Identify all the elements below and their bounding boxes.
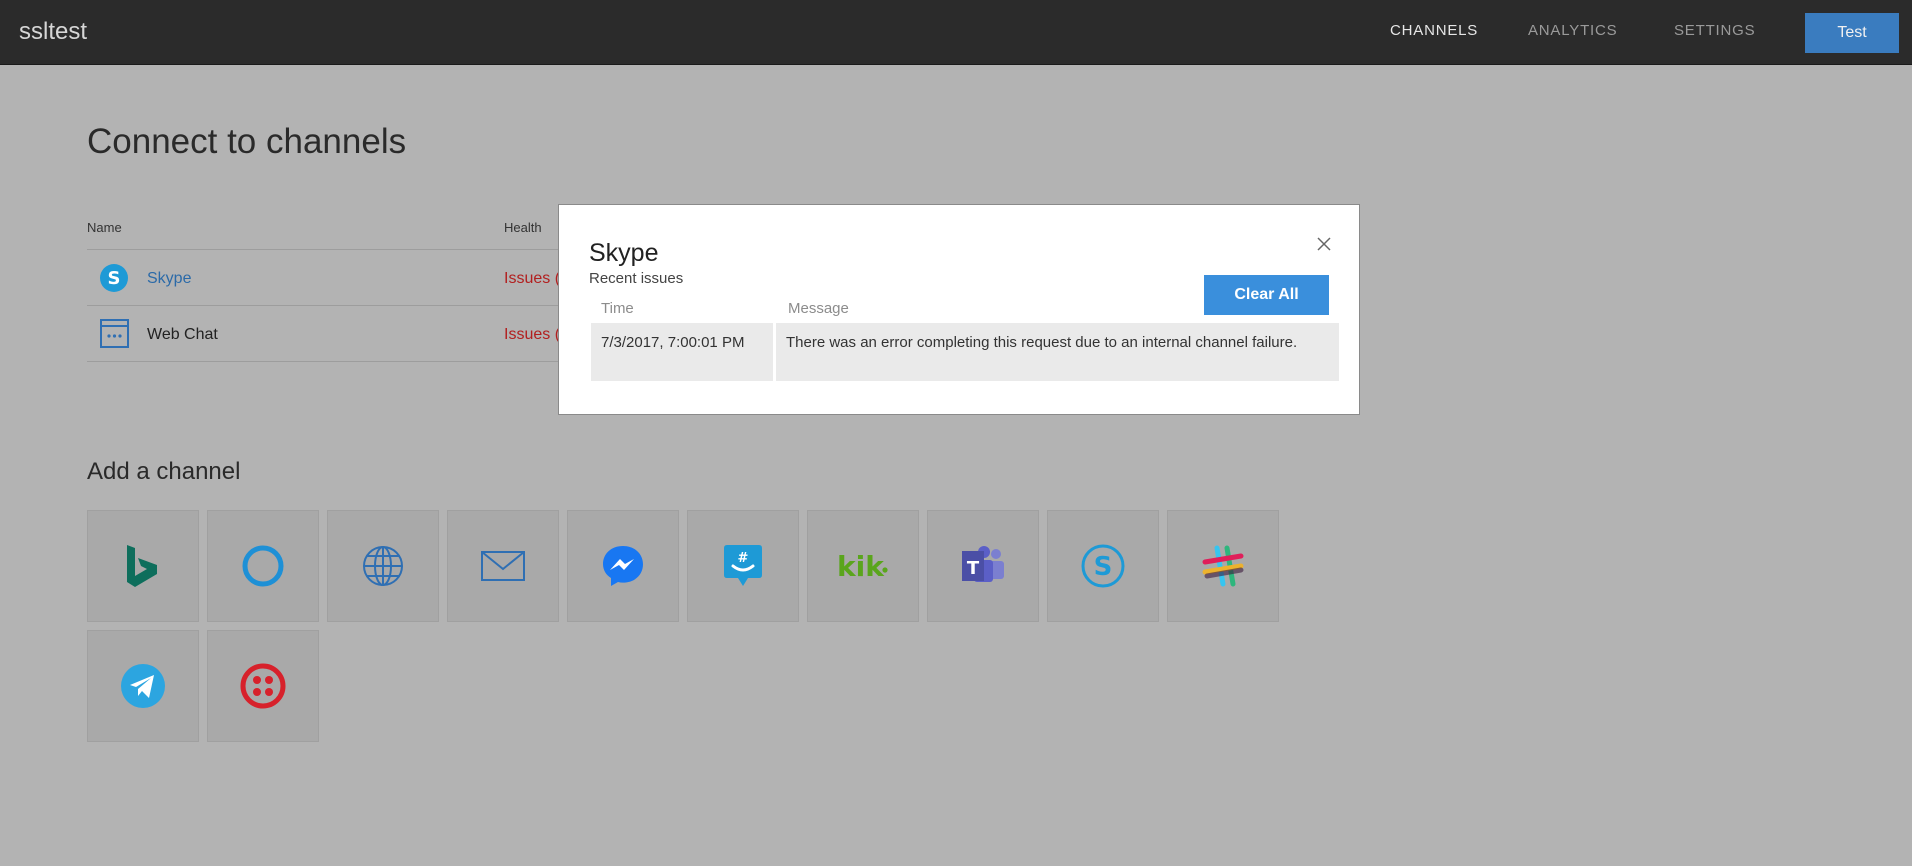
channel-row-skype[interactable]: Skype <box>147 270 191 288</box>
dialog-subtitle: Recent issues <box>589 270 684 287</box>
channel-tile-direct-line[interactable] <box>327 510 439 622</box>
channel-tile-twilio[interactable] <box>207 630 319 742</box>
channel-tile-kik[interactable]: kik <box>807 510 919 622</box>
divider <box>87 361 567 362</box>
svg-text:#: # <box>738 551 749 566</box>
globe-icon <box>363 546 403 586</box>
kik-icon: kik <box>837 551 888 581</box>
nav-analytics[interactable]: ANALYTICS <box>1528 22 1617 39</box>
add-channel-title: Add a channel <box>87 458 241 485</box>
teams-icon: T <box>962 546 1004 582</box>
bing-icon <box>127 545 157 587</box>
nav-channels[interactable]: CHANNELS <box>1390 22 1478 39</box>
web-chat-icon <box>100 319 129 353</box>
slack-icon <box>1202 545 1244 587</box>
svg-text:kik: kik <box>837 551 885 581</box>
channel-tile-bing[interactable] <box>87 510 199 622</box>
telegram-icon <box>121 664 165 708</box>
cortana-icon <box>242 545 284 587</box>
channel-tile-skype[interactable]: S <box>1047 510 1159 622</box>
channel-tile-slack[interactable] <box>1167 510 1279 622</box>
column-header-name: Name <box>87 220 122 235</box>
svg-text:S: S <box>1094 552 1113 582</box>
channel-tile-cortana[interactable] <box>207 510 319 622</box>
nav-settings[interactable]: SETTINGS <box>1674 22 1755 39</box>
mail-icon <box>481 551 525 581</box>
clear-all-button[interactable]: Clear All <box>1204 275 1329 315</box>
test-button[interactable]: Test <box>1805 13 1899 53</box>
channel-tile-groupme[interactable]: # <box>687 510 799 622</box>
channel-tile-email[interactable] <box>447 510 559 622</box>
channel-tile-microsoft-teams[interactable]: T <box>927 510 1039 622</box>
column-header-time: Time <box>601 300 634 317</box>
divider <box>87 305 567 306</box>
skype-icon: S <box>99 263 129 298</box>
recent-issues-dialog: Skype Recent issues Clear All Time Messa… <box>558 204 1360 415</box>
issue-time: 7/3/2017, 7:00:01 PM <box>591 323 773 381</box>
channel-tile-facebook-messenger[interactable] <box>567 510 679 622</box>
top-bar: ssltest CHANNELS ANALYTICS SETTINGS Test <box>0 0 1912 65</box>
close-icon[interactable] <box>1315 235 1333 253</box>
dialog-title: Skype <box>589 239 659 267</box>
svg-text:S: S <box>108 268 121 289</box>
twilio-icon <box>240 663 286 709</box>
page-title: Connect to channels <box>87 122 407 161</box>
skype-icon: S <box>1081 544 1125 588</box>
channel-row-web-chat[interactable]: Web Chat <box>147 326 218 344</box>
column-header-health: Health <box>504 220 542 235</box>
svg-text:T: T <box>967 558 980 579</box>
channel-tile-telegram[interactable] <box>87 630 199 742</box>
issue-message: There was an error completing this reque… <box>776 323 1339 381</box>
app-title: ssltest <box>19 18 88 45</box>
divider <box>87 249 567 250</box>
column-header-message: Message <box>788 300 849 317</box>
messenger-icon <box>603 546 643 586</box>
groupme-icon: # <box>724 545 762 586</box>
